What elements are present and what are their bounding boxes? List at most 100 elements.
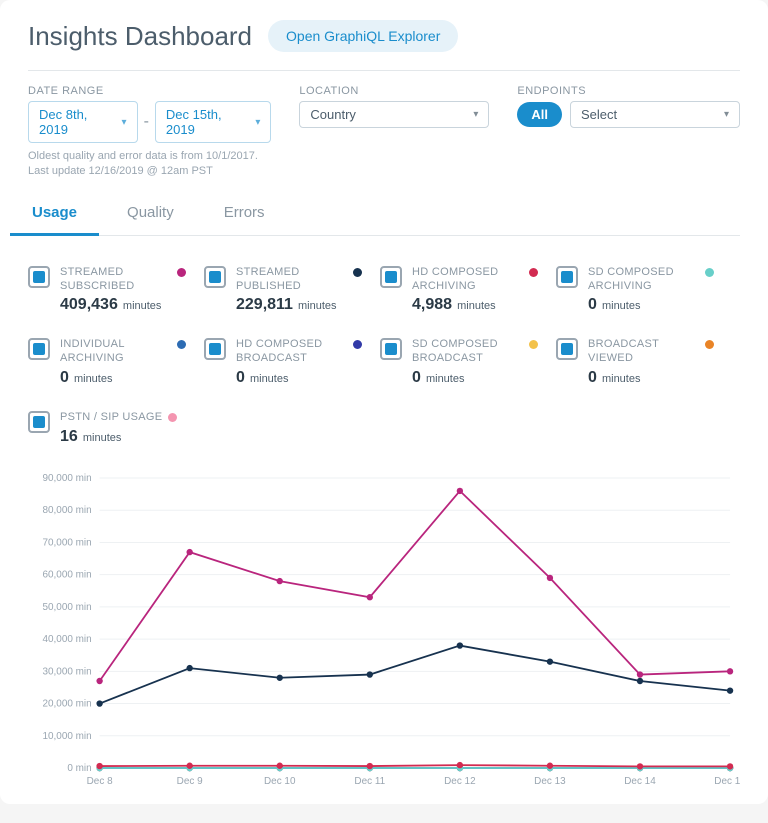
metric-card: STREAMED SUBSCRIBED409,436 minutes <box>28 266 186 315</box>
metric-name: PSTN / SIP USAGE <box>60 411 162 425</box>
metric-checkbox[interactable] <box>380 338 402 360</box>
metric-checkbox[interactable] <box>556 338 578 360</box>
metric-card: BROADCAST VIEWED 0 minutes <box>556 338 714 387</box>
chevron-down-icon: ▾ <box>473 109 478 120</box>
svg-text:90,000 min: 90,000 min <box>42 473 91 484</box>
series-color-dot <box>353 340 362 349</box>
metric-name: SD COMPOSED BROADCAST <box>412 338 523 366</box>
svg-text:30,000 min: 30,000 min <box>42 666 91 677</box>
svg-text:20,000 min: 20,000 min <box>42 698 91 709</box>
metric-card: INDIVIDUAL ARCHIVING 0 minutes <box>28 338 186 387</box>
metric-card: SD COMPOSED BROADCAST 0 minutes <box>380 338 538 387</box>
svg-text:Dec 10: Dec 10 <box>264 776 296 787</box>
metric-card: STREAMED PUBLISHED 229,811 minutes <box>204 266 362 315</box>
metric-value: 0 minutes <box>588 369 714 387</box>
svg-text:Dec 15: Dec 15 <box>714 776 740 787</box>
svg-text:10,000 min: 10,000 min <box>42 730 91 741</box>
svg-text:Dec 13: Dec 13 <box>534 776 566 787</box>
open-graphiql-button[interactable]: Open GraphiQL Explorer <box>268 20 458 52</box>
metric-checkbox[interactable] <box>380 266 402 288</box>
date-end-dropdown[interactable]: Dec 15th, 2019 ▾ <box>155 101 271 143</box>
metric-checkbox[interactable] <box>556 266 578 288</box>
location-dropdown[interactable]: Country ▾ <box>299 101 489 128</box>
metric-value: 4,988 minutes <box>412 296 538 314</box>
meta-text: Oldest quality and error data is from 10… <box>28 149 740 180</box>
date-start-value: Dec 8th, 2019 <box>39 107 116 137</box>
metric-value: 229,811 minutes <box>236 296 362 314</box>
tab-usage[interactable]: Usage <box>28 192 81 235</box>
svg-text:Dec 14: Dec 14 <box>624 776 656 787</box>
series-color-dot <box>705 340 714 349</box>
date-start-dropdown[interactable]: Dec 8th, 2019 ▾ <box>28 101 138 143</box>
svg-text:0 min: 0 min <box>67 763 91 774</box>
svg-text:70,000 min: 70,000 min <box>42 537 91 548</box>
chevron-down-icon: ▾ <box>724 109 729 120</box>
metric-name: INDIVIDUAL ARCHIVING <box>60 338 171 366</box>
endpoints-dropdown[interactable]: Select ▾ <box>570 101 740 128</box>
metric-unit: minutes <box>423 373 465 385</box>
svg-text:Dec 11: Dec 11 <box>354 776 385 787</box>
metric-unit: minutes <box>295 300 337 312</box>
endpoints-label: ENDPOINTS <box>517 85 740 97</box>
metric-unit: minutes <box>599 373 641 385</box>
metric-card: PSTN / SIP USAGE 16 minutes <box>28 411 186 446</box>
metric-name: STREAMED PUBLISHED <box>236 266 347 294</box>
metric-unit: minutes <box>247 373 289 385</box>
filters-row: DATE RANGE Dec 8th, 2019 ▾ - Dec 15th, 2… <box>28 85 740 143</box>
metric-card: SD COMPOSED ARCHIVING 0 minutes <box>556 266 714 315</box>
metric-checkbox[interactable] <box>28 338 50 360</box>
usage-chart: 0 min 10,000 min 20,000 min 30,000 min 40,00… <box>32 470 740 790</box>
divider <box>28 70 740 71</box>
metric-unit: minutes <box>80 432 122 444</box>
location-value: Country <box>310 107 356 122</box>
series-color-dot <box>705 268 714 277</box>
metric-name: HD COMPOSED ARCHIVING <box>412 266 523 294</box>
date-range-separator: - <box>144 113 149 131</box>
tab-errors[interactable]: Errors <box>220 192 269 235</box>
metrics-grid: STREAMED SUBSCRIBED409,436 minutesSTREAM… <box>28 266 740 446</box>
metric-value: 0 minutes <box>236 369 362 387</box>
date-range-label: DATE RANGE <box>28 85 271 97</box>
svg-text:40,000 min: 40,000 min <box>42 634 91 645</box>
chevron-down-icon: ▾ <box>255 117 260 128</box>
page-title: Insights Dashboard <box>28 21 252 52</box>
metric-value: 0 minutes <box>588 296 714 314</box>
series-color-dot <box>529 340 538 349</box>
meta-line-1: Oldest quality and error data is from 10… <box>28 149 740 164</box>
series-color-dot <box>177 268 186 277</box>
series-color-dot <box>529 268 538 277</box>
svg-text:80,000 min: 80,000 min <box>42 505 91 516</box>
metric-checkbox[interactable] <box>204 338 226 360</box>
series-color-dot <box>177 340 186 349</box>
chevron-down-icon: ▾ <box>122 117 127 128</box>
metric-value: 0 minutes <box>60 369 186 387</box>
metric-name: STREAMED SUBSCRIBED <box>60 266 171 294</box>
metric-value: 16 minutes <box>60 428 177 446</box>
metric-unit: minutes <box>454 300 496 312</box>
metric-value: 0 minutes <box>412 369 538 387</box>
svg-text:50,000 min: 50,000 min <box>42 601 91 612</box>
metric-name: SD COMPOSED ARCHIVING <box>588 266 699 294</box>
metric-name: HD COMPOSED BROADCAST <box>236 338 347 366</box>
endpoints-all-button[interactable]: All <box>517 102 562 127</box>
tabs: Usage Quality Errors <box>28 192 740 236</box>
metric-checkbox[interactable] <box>204 266 226 288</box>
date-end-value: Dec 15th, 2019 <box>166 107 249 137</box>
series-color-dot <box>353 268 362 277</box>
svg-text:60,000 min: 60,000 min <box>42 569 91 580</box>
metric-card: HD COMPOSED BROADCAST 0 minutes <box>204 338 362 387</box>
metric-name: BROADCAST VIEWED <box>588 338 699 366</box>
metric-unit: minutes <box>71 373 113 385</box>
svg-text:Dec 8: Dec 8 <box>87 776 113 787</box>
metric-checkbox[interactable] <box>28 411 50 433</box>
series-color-dot <box>168 413 177 422</box>
tab-quality[interactable]: Quality <box>123 192 178 235</box>
metric-unit: minutes <box>599 300 641 312</box>
svg-text:Dec 9: Dec 9 <box>177 776 203 787</box>
metric-checkbox[interactable] <box>28 266 50 288</box>
metric-unit: minutes <box>120 300 162 312</box>
location-label: LOCATION <box>299 85 489 97</box>
metric-card: HD COMPOSED ARCHIVING 4,988 minutes <box>380 266 538 315</box>
endpoints-value: Select <box>581 107 617 122</box>
svg-text:Dec 12: Dec 12 <box>444 776 476 787</box>
